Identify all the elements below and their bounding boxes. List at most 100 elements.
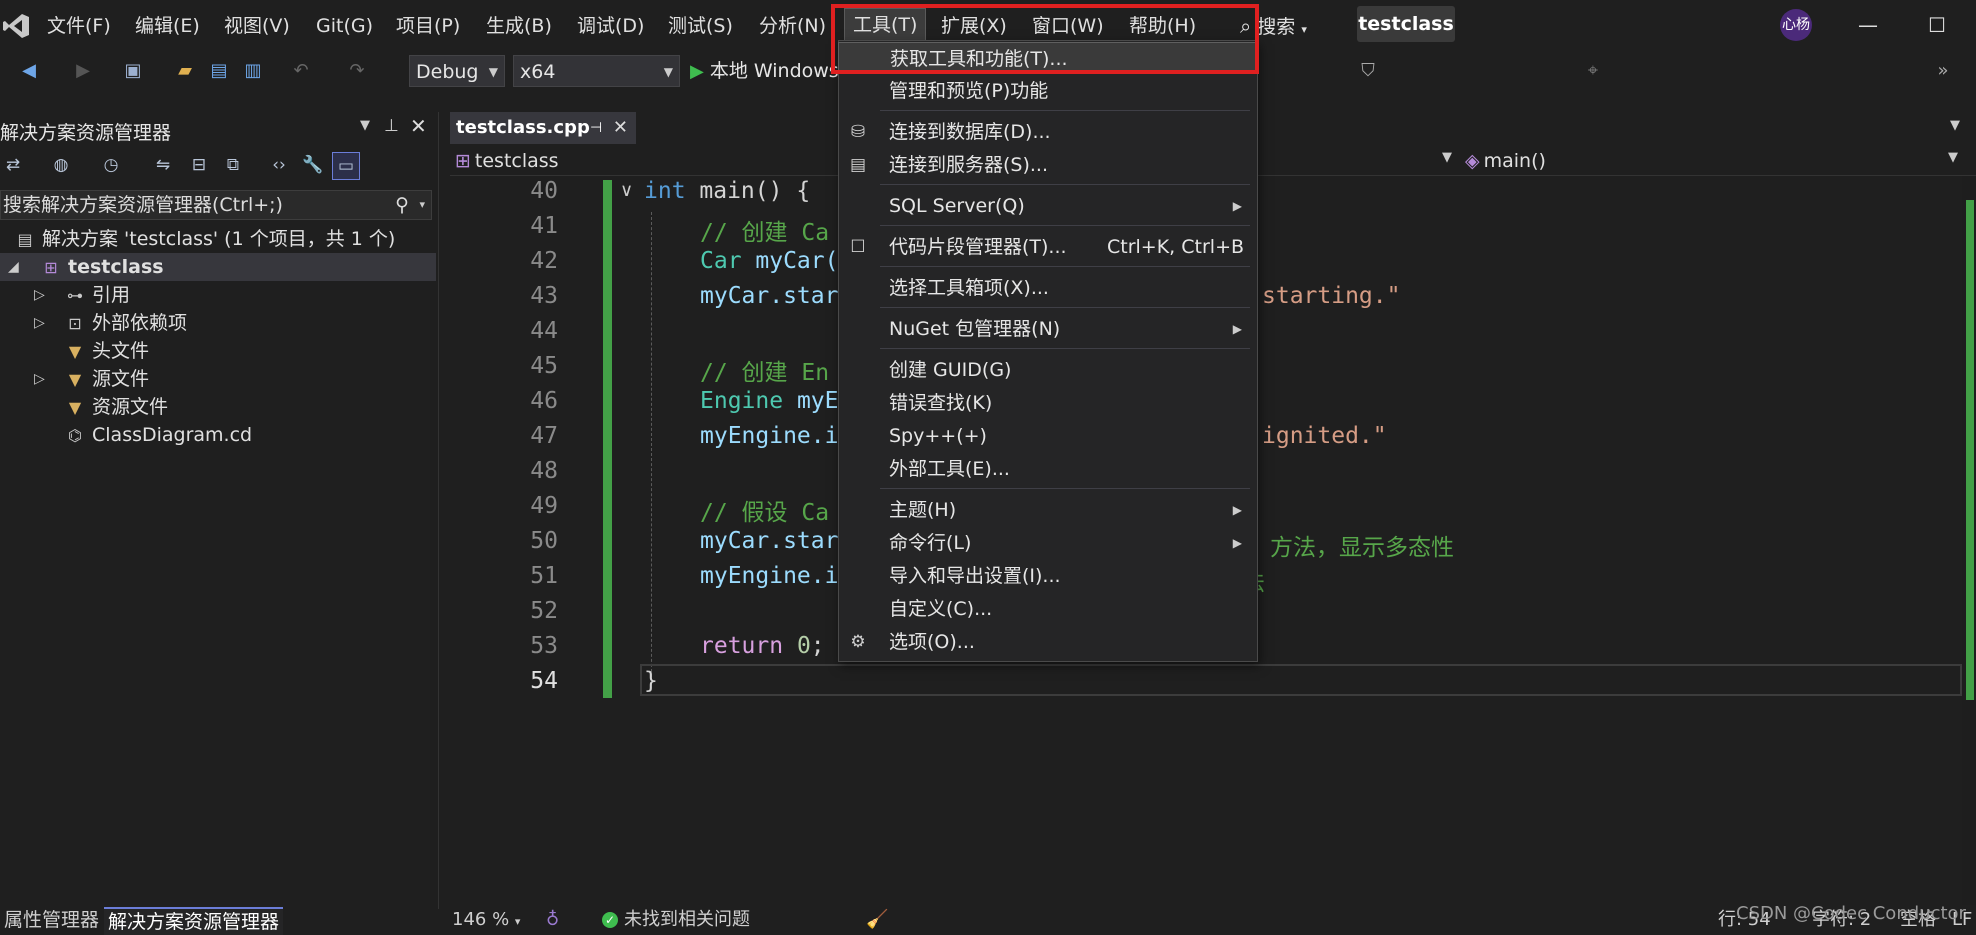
solution-node[interactable]: ▤ 解决方案 'testclass' (1 个项目，共 1 个) [14, 225, 395, 253]
code-line[interactable]: // 假设 Ca [700, 493, 829, 527]
toolbar-overflow-icon[interactable]: » [1930, 58, 1956, 84]
pin-icon[interactable]: ⊣ [590, 112, 602, 144]
save-icon[interactable]: ▤ [206, 58, 232, 84]
platform-value: x64 [520, 61, 556, 83]
maximize-icon[interactable]: ☐ [1922, 10, 1952, 40]
menu-item-sql-server[interactable]: SQL Server(Q) ▶ [838, 190, 1256, 222]
history-icon[interactable]: ◷ [98, 152, 124, 178]
platform-select[interactable]: x64 ▼ [513, 55, 680, 87]
line-number: 50 [530, 528, 558, 554]
menu-item-error-lookup[interactable]: 错误查找(K) [838, 387, 1256, 419]
menu-item-options[interactable]: ⚙ 选项(O)... [838, 626, 1256, 658]
menu-item-connect-database[interactable]: ⛁ 连接到数据库(D)... [838, 116, 1256, 148]
code-line[interactable]: return 0; [700, 633, 825, 659]
server-icon: ▤ [849, 155, 867, 175]
collapse-region-icon[interactable]: ∨ [620, 180, 633, 201]
menu-item-command-line[interactable]: 命令行(L) ▶ [838, 527, 1256, 559]
nav-project-select[interactable]: ⊞ testclass [455, 148, 559, 174]
code-line[interactable]: Engine myE [700, 388, 838, 414]
menu-edit[interactable]: 编辑(E) [135, 10, 200, 42]
code-line[interactable]: int main() { [644, 178, 810, 204]
menu-item-theme[interactable]: 主题(H) ▶ [838, 494, 1256, 526]
redo-icon[interactable]: ↷ [344, 58, 370, 84]
nav-member-select[interactable]: ◈ main() [1465, 148, 1546, 174]
code-line[interactable]: Car myCar( [700, 248, 838, 274]
code-line[interactable]: myEngine.i [700, 563, 838, 589]
menu-item-snippet-manager[interactable]: ☐ 代码片段管理器(T)... Ctrl+K, Ctrl+B [838, 231, 1256, 263]
tab-property-manager[interactable]: 属性管理器 [0, 907, 103, 933]
panel-menu-icon[interactable]: ▼ [360, 118, 370, 133]
open-folder-icon[interactable]: ▰ [172, 58, 198, 84]
back-icon[interactable]: ◀ [16, 58, 42, 84]
code-line[interactable]: // 创建 En [700, 353, 829, 387]
panel-title: 解决方案资源管理器 [0, 122, 172, 144]
switch-view-icon[interactable]: ⇄ [0, 152, 26, 178]
menu-git[interactable]: Git(G) [316, 10, 373, 42]
line-number: 44 [530, 318, 558, 344]
menu-separator [880, 488, 1250, 489]
menu-item-customize[interactable]: 自定义(C)... [838, 593, 1256, 625]
chevron-down-icon: ▾ [514, 915, 521, 928]
menu-analyze[interactable]: 分析(N) [759, 10, 826, 42]
search-placeholder: 搜索解决方案资源管理器(Ctrl+;) [3, 194, 283, 216]
close-icon[interactable]: ✕ [613, 112, 628, 144]
menu-item-choose-toolbox[interactable]: 选择工具箱项(X)... [838, 272, 1256, 304]
undo-icon[interactable]: ↶ [288, 58, 314, 84]
scrollbar-change-map[interactable] [1966, 200, 1974, 700]
solution-search-input[interactable]: 搜索解决方案资源管理器(Ctrl+;) ⚲ ▾ [0, 190, 432, 220]
menu-item-external-tools[interactable]: 外部工具(E)... [838, 453, 1256, 485]
menu-item-import-export[interactable]: 导入和导出设置(I)... [838, 560, 1256, 592]
new-item-icon[interactable]: ▣ [120, 58, 146, 84]
copilot-icon[interactable]: ♁ [546, 907, 559, 933]
run-button[interactable]: ▶ 本地 Windows [690, 55, 839, 87]
menu-item-create-guid[interactable]: 创建 GUID(G) [838, 354, 1256, 386]
menu-item-nuget[interactable]: NuGet 包管理器(N) ▶ [838, 313, 1256, 345]
zoom-level[interactable]: 146 % ▾ [452, 907, 520, 933]
pin-icon[interactable]: ⊥ [384, 116, 399, 136]
menu-debug[interactable]: 调试(D) [577, 10, 644, 42]
external-deps-icon: ⊡ [68, 314, 82, 333]
preview-selected-icon[interactable]: ▭ [332, 152, 360, 180]
forward-icon[interactable]: ▶ [70, 58, 96, 84]
menu-build[interactable]: 生成(B) [486, 10, 552, 42]
breakpoint-icon[interactable]: ⌖ [1580, 58, 1606, 84]
chevron-down-icon[interactable]: ▼ [1948, 150, 1958, 165]
code-line[interactable]: myEngine.i [700, 423, 838, 449]
bookmark-icon[interactable]: ⛉ [1355, 58, 1381, 84]
menu-project[interactable]: 项目(P) [396, 10, 460, 42]
document-tab[interactable]: testclass.cpp ⊣ ✕ [450, 112, 636, 144]
project-title: testclass [1357, 6, 1455, 42]
properties-icon[interactable]: 🔧 [300, 152, 326, 178]
code-line[interactable]: } [644, 668, 658, 694]
globe-icon[interactable]: ◍ [48, 152, 74, 178]
tab-solution-explorer[interactable]: 解决方案资源管理器 [104, 907, 284, 935]
project-node[interactable]: ◢ ⊞ testclass [0, 253, 436, 281]
menu-item-connect-server[interactable]: ▤ 连接到服务器(S)... [838, 149, 1256, 181]
current-line-highlight [640, 664, 1962, 696]
show-all-files-icon[interactable]: ⧉ [220, 152, 246, 178]
tab-list-icon[interactable]: ▼ [1950, 118, 1960, 133]
save-all-icon[interactable]: ▥ [240, 58, 266, 84]
cleanup-brush-icon[interactable]: 🧹 [866, 907, 888, 933]
collapse-all-icon[interactable]: ⊟ [186, 152, 212, 178]
menu-item-manage-preview[interactable]: 管理和预览(P)功能 [838, 75, 1256, 107]
references-icon: ⊶ [67, 286, 83, 305]
code-line[interactable]: myCar.star [700, 528, 838, 554]
menu-file[interactable]: 文件(F) [47, 10, 111, 42]
solution-label: 解决方案 'testclass' (1 个项目，共 1 个) [42, 228, 396, 250]
chevron-down-icon: ▼ [488, 65, 498, 79]
menu-view[interactable]: 视图(V) [224, 10, 290, 42]
code-line[interactable]: myCar.star [700, 283, 838, 309]
issues-status[interactable]: ✓ 未找到相关问题 [602, 907, 750, 933]
menu-test[interactable]: 测试(S) [668, 10, 733, 42]
avatar[interactable]: 心杨 [1780, 9, 1812, 41]
line-number: 43 [530, 283, 558, 309]
menu-item-spy[interactable]: Spy++(+) [838, 420, 1256, 452]
configuration-select[interactable]: Debug ▼ [409, 55, 505, 87]
sync-icon[interactable]: ⇋ [150, 152, 176, 178]
code-line[interactable]: // 创建 Ca [700, 213, 829, 247]
close-icon[interactable]: ✕ [410, 114, 427, 138]
minimize-icon[interactable]: — [1853, 10, 1883, 40]
chevron-down-icon[interactable]: ▼ [1442, 150, 1452, 165]
code-icon[interactable]: ‹› [266, 152, 292, 178]
